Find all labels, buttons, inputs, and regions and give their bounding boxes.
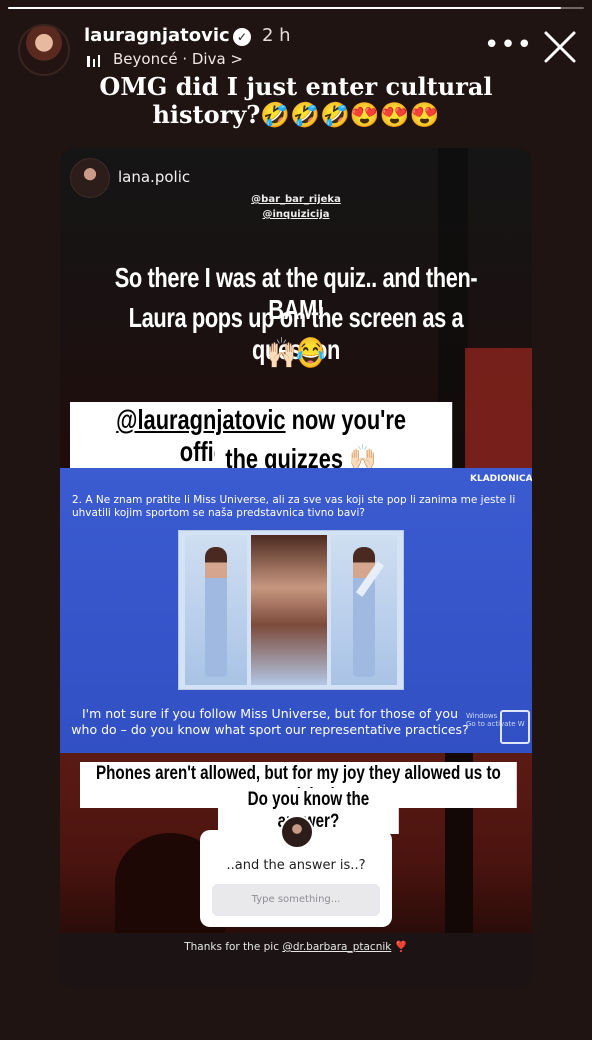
more-options-button[interactable]: ••• xyxy=(484,27,532,63)
footer-credit: Thanks for the pic @dr.barbara_ptacnik ❣… xyxy=(60,940,532,953)
quiz-photo xyxy=(331,535,397,685)
quiz-photo xyxy=(251,535,327,685)
sticker-title: ..and the answer is..? xyxy=(226,858,366,873)
quiz-translation: I'm not sure if you follow Miss Universe… xyxy=(71,706,469,737)
quiz-logo: KLADIONICA xyxy=(470,474,532,484)
quiz-slide: KLADIONICA 2. A Ne znam pratite li Miss … xyxy=(60,468,532,753)
mention-tag[interactable]: @inquizicija xyxy=(60,209,532,220)
original-poster-name[interactable]: lana.polic xyxy=(118,168,190,186)
mention-tag[interactable]: @bar_bar_rijeka xyxy=(60,194,532,205)
quiz-photo xyxy=(185,535,247,685)
quiz-photo-strip xyxy=(178,530,404,690)
story-progress-fill xyxy=(8,7,561,9)
story-progress-bar xyxy=(8,7,584,9)
music-track[interactable]: Beyoncé · Diva > xyxy=(113,50,243,68)
reshared-story-card[interactable]: lana.polic @bar_bar_rijeka @inquizicija … xyxy=(60,148,532,988)
figure-silhouette xyxy=(205,547,227,677)
music-bars-icon xyxy=(87,55,100,67)
question-sticker[interactable]: ..and the answer is..? Type something... xyxy=(200,815,392,927)
footer-prefix: Thanks for the pic xyxy=(184,941,283,953)
quiz-emblem-icon xyxy=(500,710,530,744)
close-icon[interactable] xyxy=(540,27,580,67)
mention-tag[interactable]: @lauragnjatovic xyxy=(116,404,285,435)
heart-icon: ❣️ xyxy=(391,941,408,953)
story-emojis: 🙌🏻😂 xyxy=(267,337,325,370)
original-poster-avatar[interactable] xyxy=(70,158,110,198)
verified-badge-icon: ✓ xyxy=(233,28,251,46)
post-time: 2 h xyxy=(262,25,291,46)
username[interactable]: lauragnjatovic xyxy=(84,25,230,46)
answer-input[interactable]: Type something... xyxy=(212,884,380,916)
windows-text: Windows xyxy=(466,712,498,720)
mention-tag[interactable]: @dr.barbara_ptacnik xyxy=(282,941,391,953)
avatar[interactable] xyxy=(18,24,70,76)
caption-line-2: history?🤣🤣🤣😍😍😍 xyxy=(152,100,440,129)
sticker-avatar xyxy=(280,815,314,849)
quiz-question: 2. A Ne znam pratite li Miss Universe, a… xyxy=(72,494,516,519)
figure-silhouette xyxy=(353,547,375,677)
caption-line-1: OMG did I just enter cultural xyxy=(99,72,493,101)
